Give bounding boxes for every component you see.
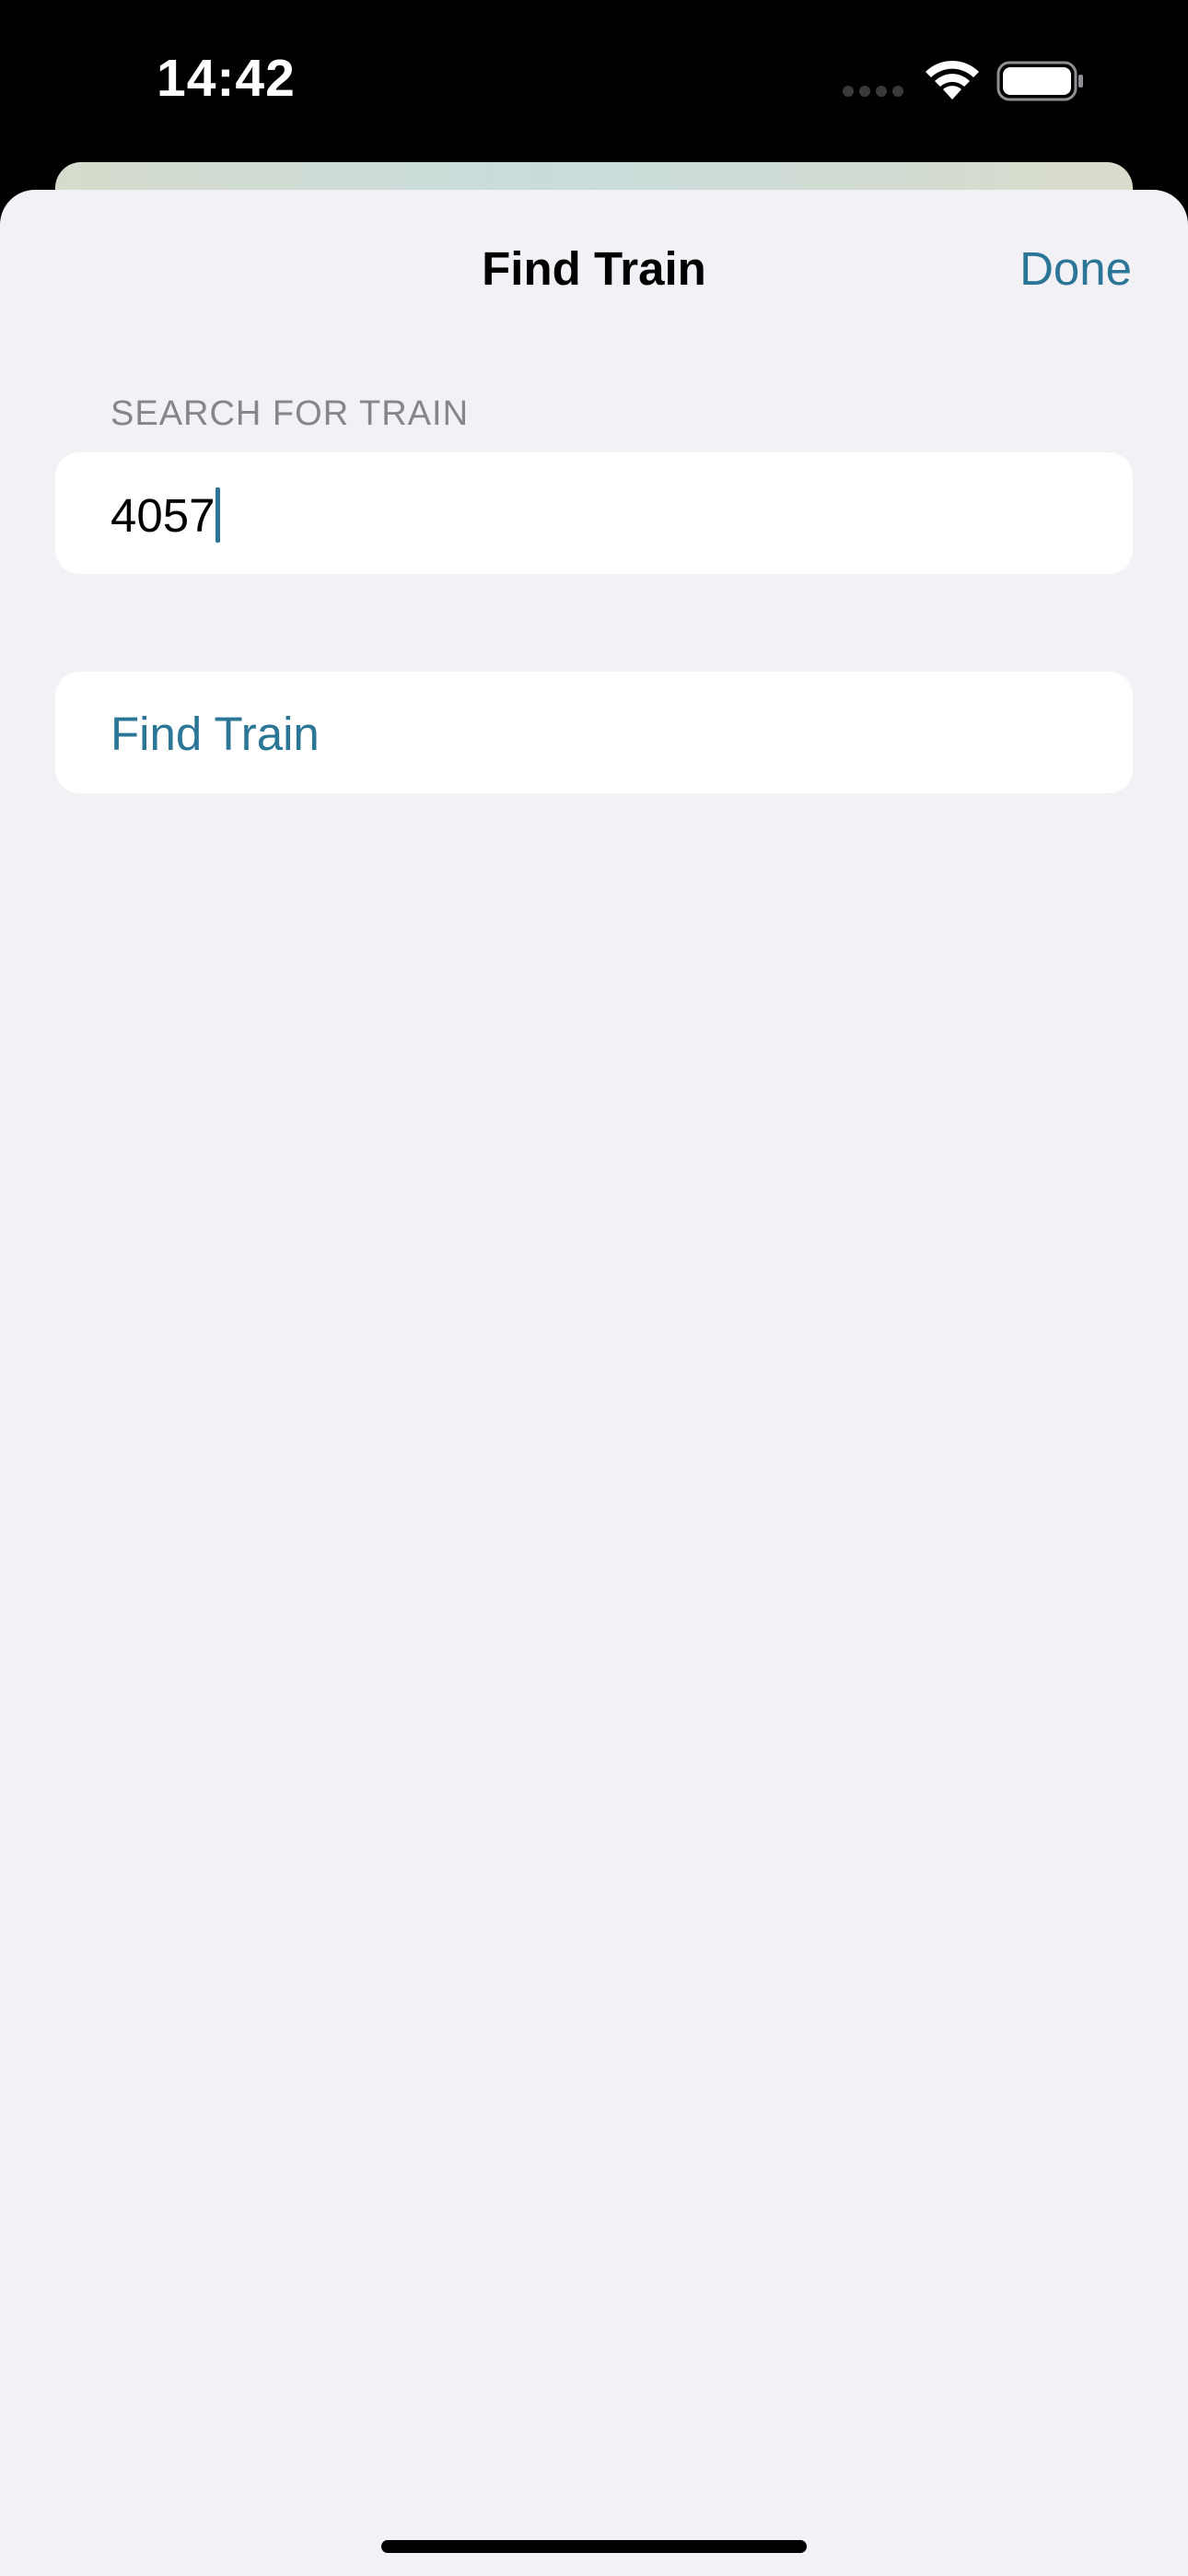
battery-icon xyxy=(996,61,1083,101)
page-title: Find Train xyxy=(482,242,706,295)
done-button[interactable]: Done xyxy=(1019,241,1132,296)
train-number-value: 4057 xyxy=(111,488,215,542)
status-bar: 14:42 xyxy=(0,0,1188,162)
text-cursor xyxy=(215,487,221,543)
home-indicator[interactable] xyxy=(381,2540,807,2553)
find-train-sheet: Find Train Done SEARCH FOR TRAIN 4057 Fi… xyxy=(0,190,1188,2576)
find-train-button[interactable]: Find Train xyxy=(55,672,1133,793)
wifi-icon xyxy=(926,60,979,100)
find-train-label: Find Train xyxy=(111,708,320,760)
train-number-input[interactable]: 4057 xyxy=(111,487,221,543)
search-section-header: SEARCH FOR TRAIN xyxy=(111,394,470,433)
train-number-field[interactable]: 4057 xyxy=(55,452,1133,574)
status-time: 14:42 xyxy=(157,49,296,108)
cellular-signal-icon xyxy=(843,86,903,97)
app-screen: 14:42 Find Train Done SEARCH FOR TRAIN 4… xyxy=(0,0,1188,2576)
